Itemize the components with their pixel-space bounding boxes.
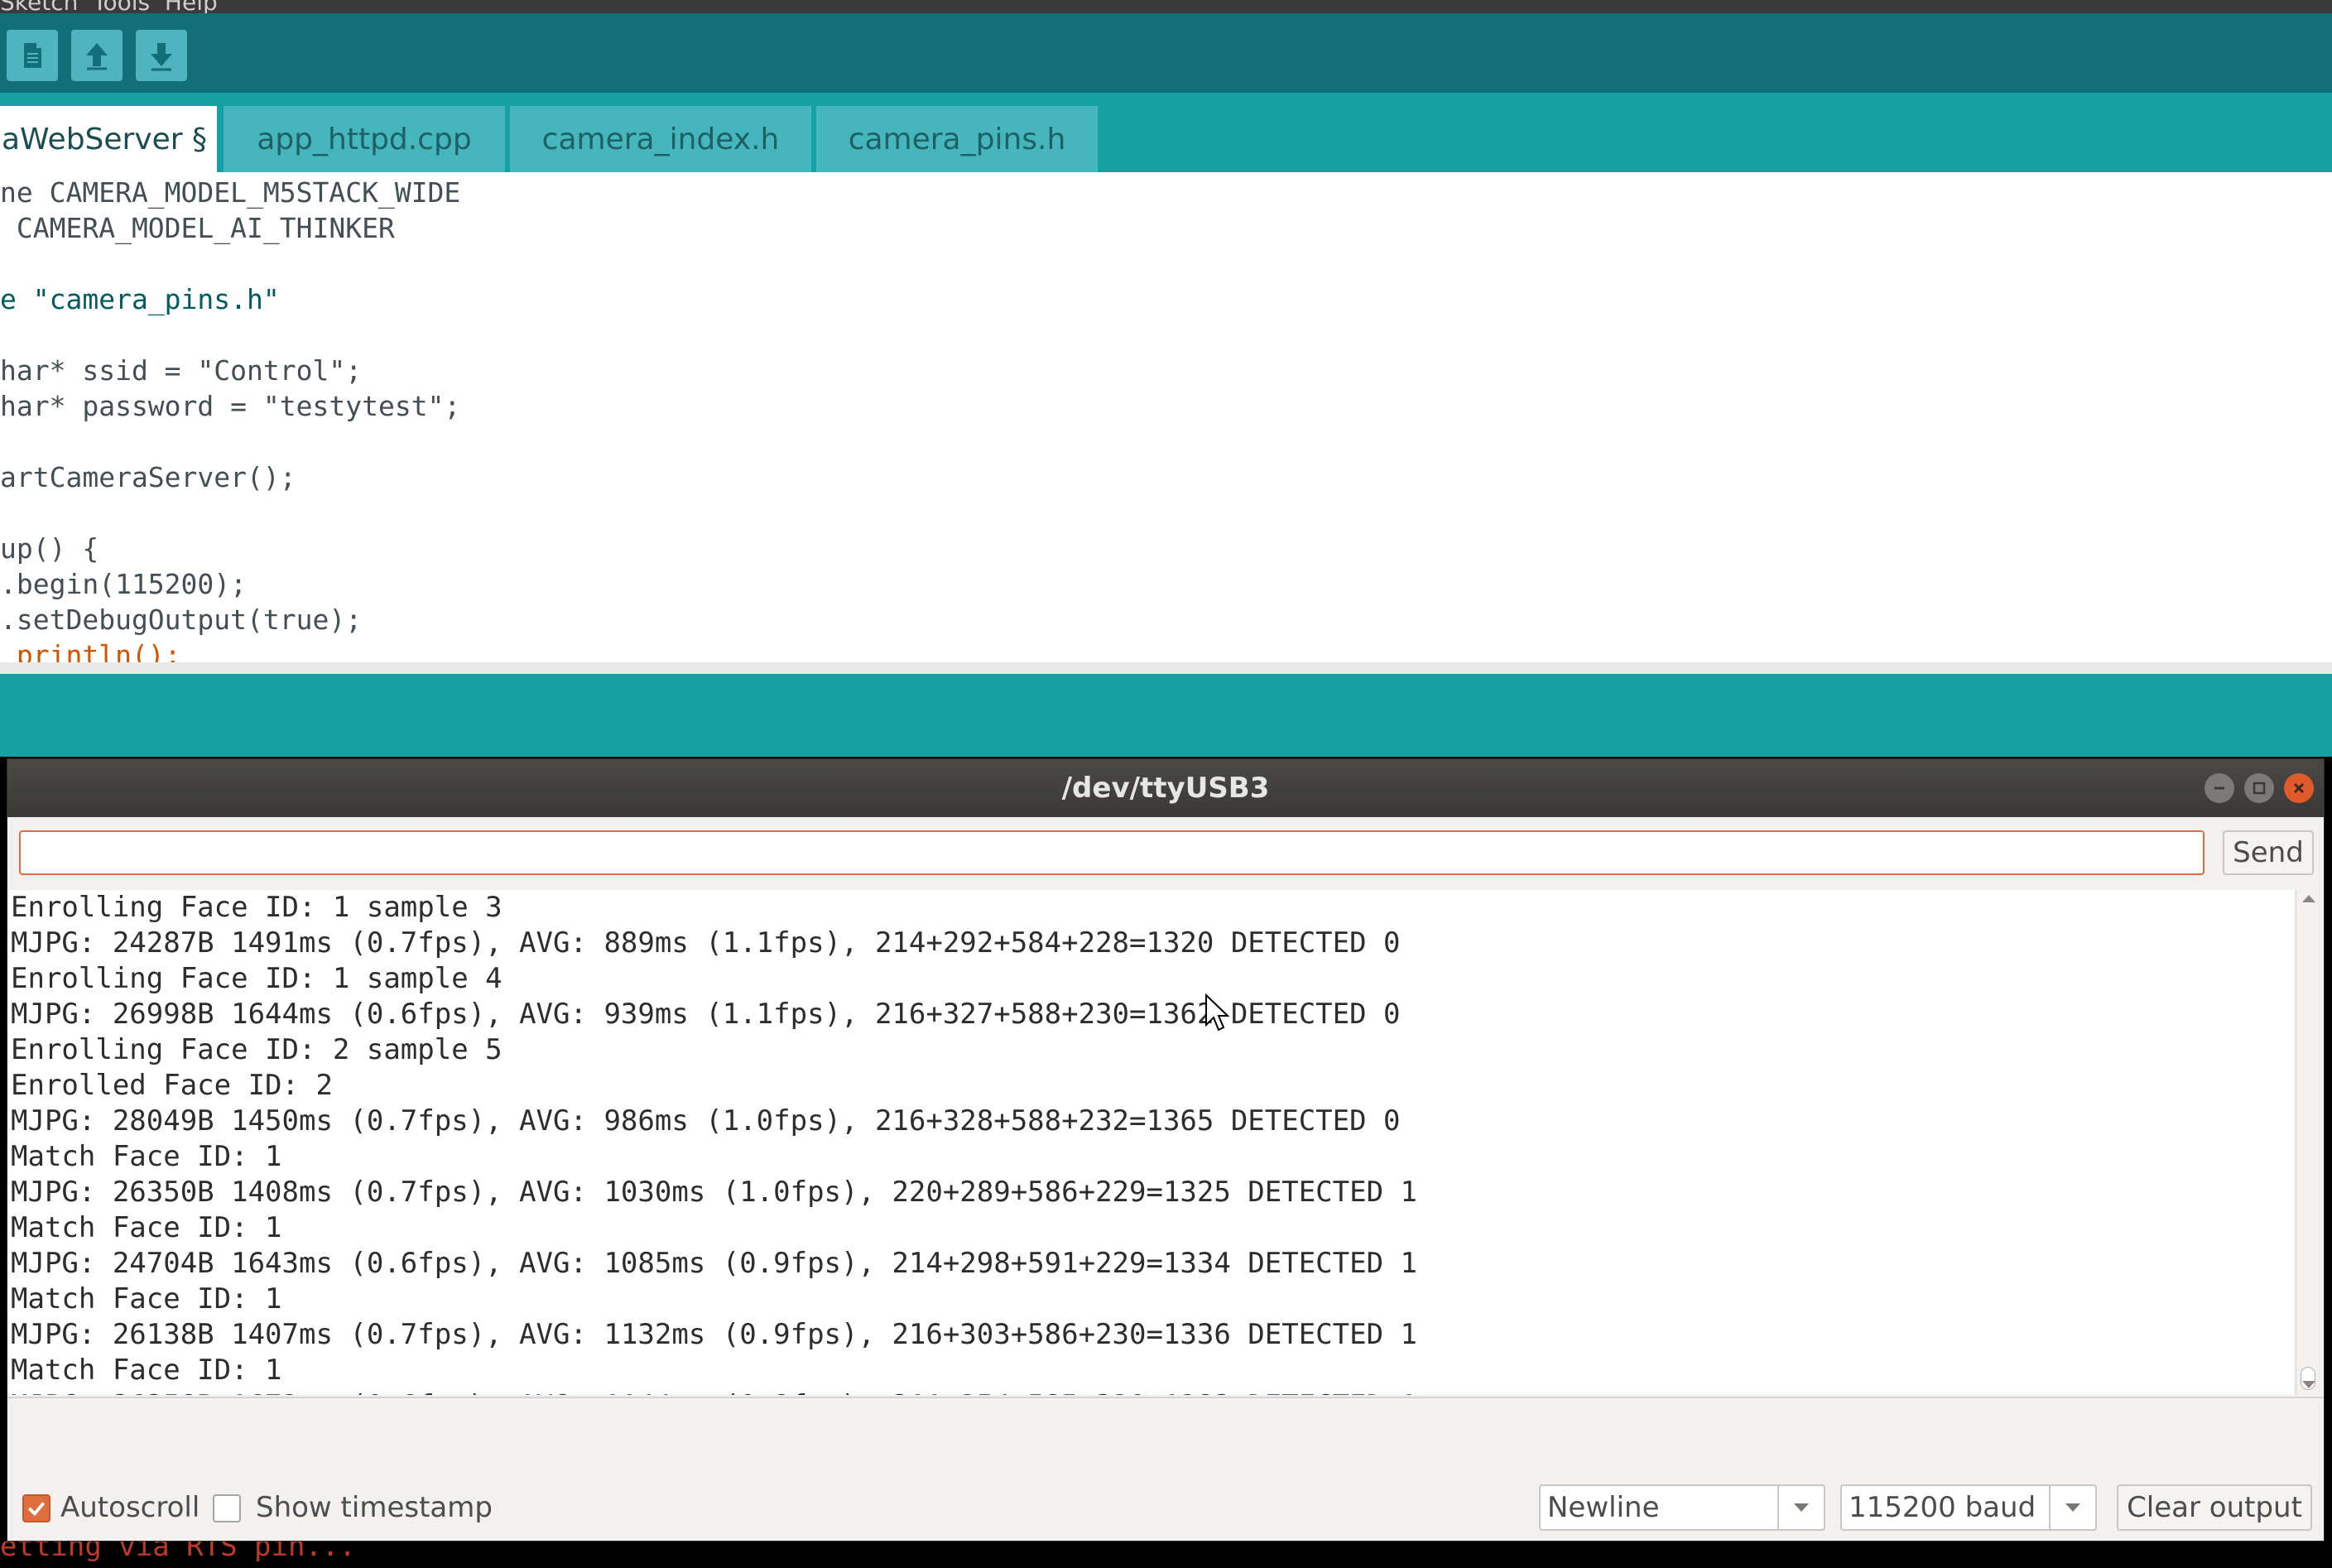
show-timestamp-checkbox[interactable] — [213, 1494, 241, 1522]
editor-divider[interactable] — [0, 662, 2332, 674]
new-sketch-button[interactable] — [7, 30, 58, 81]
console-output: etting via RTS pin... — [0, 1542, 2332, 1568]
document-icon — [24, 43, 41, 68]
code-line: ne CAMERA_MODEL_M5STACK_WIDE — [0, 176, 461, 209]
output-line: MJPG: 28049B 1450ms (0.7fps), AVG: 986ms… — [11, 1104, 1401, 1138]
output-line: Enrolled Face ID: 2 — [11, 1069, 333, 1102]
output-line: Enrolling Face ID: 1 sample 4 — [11, 962, 502, 995]
separator — [7, 1397, 2324, 1398]
code-line: println(); — [0, 639, 181, 664]
code-line: .begin(115200); — [0, 568, 248, 600]
arrow-down-icon — [151, 43, 172, 71]
tab-camera-pins[interactable]: camera_pins.h — [816, 106, 1098, 172]
arrow-up-icon — [86, 43, 108, 70]
console-text: etting via RTS pin... — [0, 1542, 356, 1563]
menu-bar[interactable]: Sketch Tools Help — [0, 0, 2332, 13]
code-line: .setDebugOutput(true); — [0, 604, 363, 636]
output-line: Enrolling Face ID: 2 sample 5 — [11, 1033, 502, 1066]
chevron-down-icon — [1777, 1486, 1824, 1529]
output-line: MJPG: 26350B 1408ms (0.7fps), AVG: 1030m… — [11, 1176, 1417, 1209]
serial-output[interactable]: Enrolling Face ID: 1 sample 3 MJPG: 2428… — [7, 890, 2294, 1395]
status-bar — [0, 674, 2332, 757]
tab-camera-index[interactable]: camera_index.h — [510, 106, 811, 172]
output-line: MJPG: 26258B 1673ms (0.6fps), AVG: 1144m… — [11, 1388, 1417, 1395]
send-button[interactable]: Send — [2223, 830, 2314, 875]
send-label: Send — [2233, 836, 2304, 869]
code-line: CAMERA_MODEL_AI_THINKER — [0, 212, 395, 244]
baud-rate-select[interactable]: 115200 baud — [1840, 1484, 2097, 1531]
output-line: Match Face ID: 1 — [11, 1354, 282, 1387]
maximize-icon — [2253, 782, 2266, 795]
toolbar — [0, 13, 2332, 93]
scroll-down-arrow-icon[interactable] — [2302, 1381, 2315, 1388]
mouse-cursor-icon — [1205, 993, 1229, 1032]
code-line: up() { — [0, 532, 99, 565]
output-line: MJPG: 24704B 1643ms (0.6fps), AVG: 1085m… — [11, 1247, 1417, 1280]
show-timestamp-label[interactable]: Show timestamp — [256, 1489, 493, 1526]
output-line: MJPG: 24287B 1491ms (0.7fps), AVG: 889ms… — [11, 926, 1401, 960]
chevron-down-icon — [2049, 1486, 2095, 1529]
minimize-icon — [2214, 786, 2224, 790]
code-line: har* password = "testytest"; — [0, 390, 461, 422]
clear-output-button[interactable]: Clear output — [2117, 1484, 2312, 1531]
save-button[interactable] — [136, 30, 187, 81]
output-line: MJPG: 26998B 1644ms (0.6fps), AVG: 939ms… — [11, 998, 1401, 1031]
checkmark-icon — [27, 1502, 46, 1517]
tab-label: camera_pins.h — [848, 122, 1066, 156]
code-line: har* ssid = "Control"; — [0, 354, 363, 387]
tab-camera-web-server[interactable]: aWebServer § — [0, 106, 217, 172]
menu-bar-text[interactable]: Sketch Tools Help — [0, 0, 218, 13]
clear-output-label: Clear output — [2127, 1491, 2302, 1524]
scroll-up-arrow-icon[interactable] — [2302, 895, 2315, 902]
output-line: Enrolling Face ID: 1 sample 3 — [11, 891, 502, 924]
maximize-button[interactable] — [2244, 773, 2274, 803]
line-ending-select[interactable]: Newline — [1539, 1484, 1825, 1531]
tab-label: camera_index.h — [541, 122, 780, 156]
output-line: Match Face ID: 1 — [11, 1140, 282, 1173]
serial-input[interactable] — [19, 830, 2205, 875]
serial-monitor-title-bar[interactable]: /dev/ttyUSB3 — [7, 759, 2324, 817]
output-line: Match Face ID: 1 — [11, 1282, 282, 1315]
open-button[interactable] — [71, 30, 123, 81]
output-line: Match Face ID: 1 — [11, 1211, 282, 1244]
line-ending-value: Newline — [1547, 1491, 1660, 1524]
autoscroll-checkbox[interactable] — [22, 1494, 50, 1522]
output-line: MJPG: 26138B 1407ms (0.7fps), AVG: 1132m… — [11, 1318, 1417, 1351]
tab-label: app_httpd.cpp — [257, 122, 472, 156]
minimize-button[interactable] — [2205, 773, 2234, 803]
code-line: artCameraServer(); — [0, 461, 296, 493]
window-title: /dev/ttyUSB3 — [1061, 772, 1270, 805]
tab-label: aWebServer § — [2, 122, 208, 156]
close-icon — [2293, 782, 2305, 794]
tab-app-httpd[interactable]: app_httpd.cpp — [224, 106, 505, 172]
baud-rate-value: 115200 baud — [1849, 1491, 2036, 1524]
autoscroll-label[interactable]: Autoscroll — [60, 1489, 200, 1526]
serial-monitor-window: /dev/ttyUSB3 Send Enrolling Face ID: 1 s… — [7, 758, 2325, 1542]
output-scrollbar[interactable] — [2296, 890, 2320, 1395]
code-line: e "camera_pins.h" — [0, 283, 280, 315]
code-editor[interactable]: ne CAMERA_MODEL_M5STACK_WIDE CAMERA_MODE… — [0, 172, 2332, 664]
tab-bar: aWebServer § app_httpd.cpp camera_index.… — [0, 93, 2332, 172]
close-button[interactable] — [2284, 773, 2314, 803]
